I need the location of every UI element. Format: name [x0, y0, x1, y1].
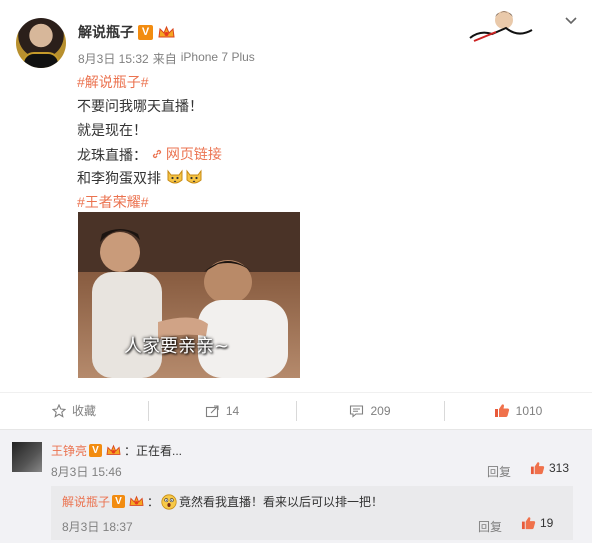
sub-comment: 解说瓶子 V ： 竟然看我直播！看来以后可以排一把！ 8月3日 18:37 回复…: [51, 486, 573, 540]
sub-comment-reply-button[interactable]: 回复: [478, 518, 502, 535]
web-link[interactable]: 网页链接: [151, 142, 222, 166]
like-button[interactable]: 1010: [444, 393, 592, 428]
sub-comment-like-count: 19: [540, 516, 554, 530]
source-prefix: 来自: [152, 52, 177, 66]
post-source[interactable]: iPhone 7 Plus: [181, 50, 255, 67]
weibo-post: 解说瓶子 V 8月3日 15:32 来自 iPhone 7 Plus #解说瓶子…: [0, 0, 592, 390]
favorite-button[interactable]: 收藏: [0, 393, 148, 428]
post-text-line: 不要问我哪天直播！: [77, 98, 203, 114]
sub-comment-text: 竟然看我直播！看来以后可以排一把！: [179, 495, 384, 509]
repost-icon: [205, 404, 219, 417]
comment-time: 8月3日 15:46: [51, 465, 122, 479]
comment-like-count: 313: [549, 461, 570, 475]
comment-count: 209: [370, 403, 391, 418]
decorative-logo: [469, 11, 533, 42]
comment-icon: [350, 404, 364, 418]
comment-button[interactable]: 209: [296, 393, 444, 428]
sub-comment-like-button[interactable]: 19: [521, 516, 553, 530]
web-link-label: 网页链接: [165, 146, 222, 162]
repost-button[interactable]: 14: [148, 393, 296, 428]
colon-separator: ：: [147, 495, 160, 509]
verified-badge: V: [89, 444, 103, 457]
vip-crown-icon: [104, 443, 122, 458]
cat-emoji-icon: [186, 169, 202, 184]
verified-badge: V: [112, 495, 126, 508]
post-image[interactable]: 人家要亲亲~: [78, 212, 300, 378]
comment-body: 王铮亮 V ：正在看...: [51, 442, 182, 459]
post-text-line: 和李狗蛋双排: [77, 170, 161, 186]
chevron-down-icon[interactable]: [564, 14, 578, 28]
sub-comment-time: 8月3日 18:37: [62, 520, 133, 534]
avatar[interactable]: [16, 18, 66, 68]
comment-section: 王铮亮 V ：正在看... 8月3日 15:46 回复 313 解说瓶子 V ：: [0, 429, 592, 543]
sub-commenter-username[interactable]: 解说瓶子: [62, 493, 110, 510]
photo-caption: 人家要亲亲~: [124, 336, 230, 357]
post-time[interactable]: 8月3日 15:32: [78, 50, 149, 67]
post-text-line: 就是现在！: [77, 122, 147, 138]
post-meta: 8月3日 15:32 来自 iPhone 7 Plus: [78, 50, 255, 67]
commenter-username[interactable]: 王铮亮: [51, 442, 87, 459]
post-header: 解说瓶子 V: [78, 22, 175, 42]
thumbs-up-icon: [494, 404, 509, 417]
favorite-label: 收藏: [71, 404, 96, 418]
like-count: 1010: [515, 403, 543, 418]
link-icon: [152, 149, 162, 159]
thumbs-up-icon: [530, 462, 545, 475]
vip-crown-icon: [157, 25, 175, 40]
shocked-emoji-icon: [161, 493, 177, 510]
repost-count: 14: [225, 403, 240, 418]
commenter-avatar[interactable]: [12, 442, 42, 472]
comment-like-button[interactable]: 313: [530, 461, 569, 475]
sub-comment-body: 解说瓶子 V ： 竟然看我直播！看来以后可以排一把！: [62, 493, 383, 510]
hashtag-link[interactable]: #解说瓶子#: [77, 74, 149, 90]
post-content: #解说瓶子# 不要问我哪天直播！ 就是现在！ 龙珠直播： 网页链接 和李狗蛋双排: [77, 70, 557, 214]
comment-text: ：正在看...: [124, 444, 183, 458]
hashtag-link[interactable]: #王者荣耀#: [77, 194, 149, 210]
cat-emoji-icon: [167, 169, 183, 184]
action-bar: 收藏 14 209 1010: [0, 392, 592, 428]
thumbs-up-icon: [521, 517, 536, 530]
star-icon: [51, 403, 66, 418]
comment-reply-button[interactable]: 回复: [487, 463, 511, 480]
username-link[interactable]: 解说瓶子: [78, 22, 134, 42]
vip-crown-icon: [127, 494, 145, 509]
live-label: 龙珠直播：: [77, 147, 147, 163]
verified-badge: V: [138, 24, 153, 40]
